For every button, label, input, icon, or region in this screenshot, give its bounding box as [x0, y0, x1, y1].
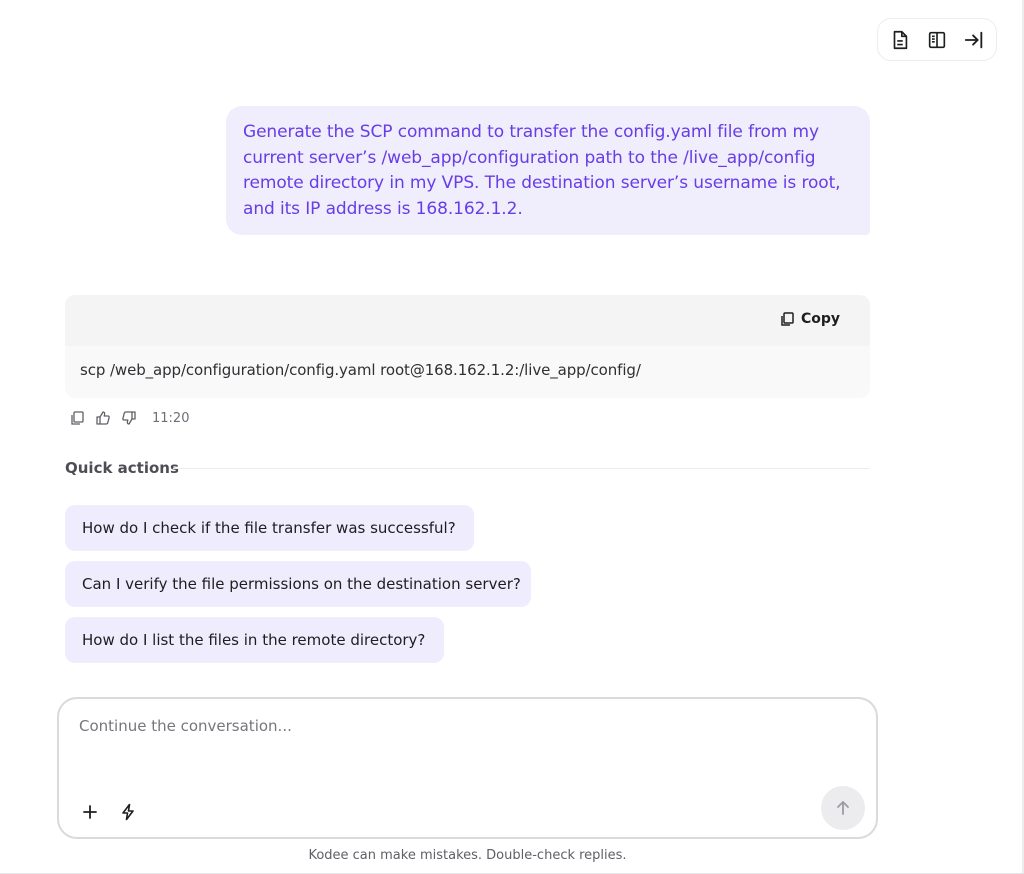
quick-action-label: How do I check if the file transfer was … [82, 519, 456, 537]
copy-icon [781, 312, 794, 326]
quick-actions-divider [173, 468, 870, 469]
split-view-button[interactable] [921, 24, 953, 56]
split-view-icon [928, 31, 946, 48]
quick-action-chip[interactable]: Can I verify the file permissions on the… [65, 561, 531, 607]
copy-icon [71, 411, 84, 425]
thumbs-up-icon [96, 411, 110, 425]
copy-label: Copy [800, 311, 840, 327]
arrow-up-icon [837, 801, 849, 815]
collapse-right-icon [964, 31, 982, 48]
quick-actions-title: Quick actions [65, 459, 179, 477]
thumbs-down-button[interactable] [120, 408, 138, 428]
code-text: scp /web_app/configuration/config.yaml r… [80, 361, 641, 379]
document-button[interactable] [884, 24, 916, 56]
lightning-icon [122, 803, 134, 821]
message-actions: 11:20 [68, 408, 189, 428]
copy-code-button[interactable]: Copy [779, 311, 840, 327]
quick-action-chip[interactable]: How do I list the files in the remote di… [65, 617, 444, 663]
quick-tools-button[interactable] [117, 801, 139, 823]
user-message-bubble: Generate the SCP command to transfer the… [226, 106, 870, 235]
thumbs-down-icon [122, 411, 136, 425]
quick-action-chip[interactable]: How do I check if the file transfer was … [65, 505, 474, 551]
quick-action-label: How do I list the files in the remote di… [82, 631, 426, 649]
message-timestamp: 11:20 [152, 410, 190, 426]
document-icon [894, 30, 908, 49]
code-block-header: Copy [65, 295, 870, 346]
top-toolbar [877, 18, 997, 61]
plus-icon [83, 805, 97, 819]
quick-action-label: Can I verify the file permissions on the… [82, 575, 521, 593]
attach-button[interactable] [79, 801, 101, 823]
collapse-panel-button[interactable] [958, 24, 990, 56]
message-composer [57, 697, 878, 839]
copy-message-button[interactable] [68, 408, 86, 428]
disclaimer-text: Kodee can make mistakes. Double-check re… [308, 848, 627, 863]
thumbs-up-button[interactable] [94, 408, 112, 428]
message-input[interactable] [79, 717, 839, 757]
send-button[interactable] [821, 786, 865, 830]
code-block: Copy scp /web_app/configuration/config.y… [65, 295, 870, 398]
